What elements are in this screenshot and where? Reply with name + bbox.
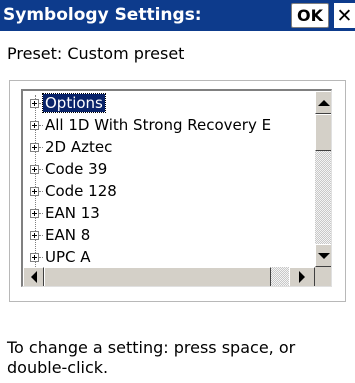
- tree-item-label[interactable]: 2D Aztec: [43, 138, 114, 156]
- expand-plus-icon[interactable]: [30, 231, 39, 240]
- tree-item-ean-8[interactable]: EAN 8: [23, 225, 315, 247]
- horizontal-scrollbar[interactable]: [23, 267, 315, 286]
- expand-plus-icon[interactable]: [30, 99, 39, 108]
- scroll-up-button[interactable]: [315, 91, 331, 114]
- expand-plus-icon[interactable]: [30, 143, 39, 152]
- preset-label: Preset: Custom preset: [7, 44, 185, 63]
- arrow-down-icon: [317, 252, 330, 259]
- expand-plus-icon[interactable]: [30, 253, 39, 262]
- expand-plus-icon[interactable]: [30, 165, 39, 174]
- arrow-left-icon: [30, 271, 37, 283]
- horizontal-scroll-thumb[interactable]: [44, 267, 271, 286]
- scrollbar-corner: [315, 267, 331, 286]
- help-text: To change a setting: press space, or dou…: [7, 338, 296, 377]
- tree-item-ean-13[interactable]: EAN 13: [23, 203, 315, 225]
- arrow-right-icon: [299, 271, 305, 283]
- tree-item-label[interactable]: Code 39: [43, 160, 109, 178]
- tree-item-label[interactable]: EAN 13: [43, 204, 102, 222]
- tree-item-code-39[interactable]: Code 39: [23, 159, 315, 181]
- tree-items-area: Options All 1D With Strong Recovery E 2D…: [23, 91, 315, 267]
- tree-item-2d-aztec[interactable]: 2D Aztec: [23, 137, 315, 159]
- scroll-right-button[interactable]: [289, 267, 315, 286]
- vertical-scrollbar[interactable]: [315, 91, 331, 267]
- expand-plus-icon[interactable]: [30, 121, 39, 130]
- tree-item-label[interactable]: Options: [42, 93, 106, 113]
- window-title: Symbology Settings:: [3, 5, 202, 25]
- scroll-down-button[interactable]: [315, 244, 331, 267]
- title-bar: Symbology Settings: OK ✕: [0, 0, 355, 31]
- symbology-tree-view[interactable]: Options All 1D With Strong Recovery E 2D…: [21, 89, 332, 287]
- expand-plus-icon[interactable]: [30, 209, 39, 218]
- tree-item-label[interactable]: UPC A: [43, 248, 93, 266]
- close-button[interactable]: ✕: [334, 3, 355, 28]
- tree-item-all-1d[interactable]: All 1D With Strong Recovery E: [23, 115, 315, 137]
- tree-item-upc-a[interactable]: UPC A: [23, 247, 315, 267]
- scroll-left-button[interactable]: [23, 267, 44, 286]
- tree-item-label[interactable]: Code 128: [43, 182, 119, 200]
- vertical-scroll-thumb[interactable]: [315, 114, 331, 151]
- arrow-up-icon: [317, 99, 330, 106]
- expand-plus-icon[interactable]: [30, 187, 39, 196]
- tree-item-options[interactable]: Options: [23, 93, 315, 115]
- ok-button[interactable]: OK: [291, 3, 329, 28]
- tree-item-code-128[interactable]: Code 128: [23, 181, 315, 203]
- tree-item-label[interactable]: EAN 8: [43, 226, 92, 244]
- tree-item-label[interactable]: All 1D With Strong Recovery E: [43, 116, 273, 134]
